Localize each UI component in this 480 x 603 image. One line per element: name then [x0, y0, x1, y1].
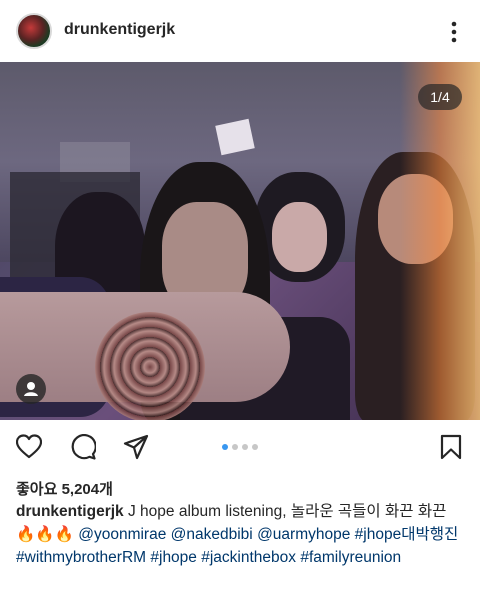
- post-action-bar: [0, 420, 480, 472]
- share-icon[interactable]: [123, 434, 149, 460]
- caption-username[interactable]: drunkentigerjk: [16, 503, 124, 520]
- caption-hashtag[interactable]: #withmybrotherRM: [16, 549, 146, 566]
- heart-icon[interactable]: [16, 434, 42, 460]
- caption-hashtag[interactable]: #jackinthebox: [201, 549, 296, 566]
- user-tag-icon[interactable]: [16, 374, 46, 404]
- carousel-dot: [252, 444, 258, 450]
- post-username[interactable]: drunkentigerjk: [64, 21, 175, 39]
- caption-mention[interactable]: @yoonmirae: [78, 526, 166, 543]
- post-caption: drunkentigerjk J hope album listening, 놀…: [16, 500, 468, 569]
- fire-emoji: 🔥🔥🔥: [16, 526, 74, 543]
- more-vertical-icon[interactable]: [444, 20, 464, 44]
- caption-mention[interactable]: @uarmyhope: [257, 526, 350, 543]
- carousel-dot: [242, 444, 248, 450]
- carousel-dot-active: [222, 444, 228, 450]
- avatar[interactable]: [16, 13, 52, 49]
- caption-hashtag[interactable]: #jhope: [150, 549, 197, 566]
- carousel-dot: [232, 444, 238, 450]
- caption-mention[interactable]: @nakedbibi: [171, 526, 253, 543]
- photo-person-middle-face: [272, 202, 327, 272]
- carousel-dots: [222, 444, 258, 452]
- post-photo[interactable]: 1/4: [0, 62, 480, 420]
- comment-icon[interactable]: [70, 434, 96, 460]
- photo-bead-bracelets: [95, 312, 205, 420]
- post-header: drunkentigerjk: [0, 0, 480, 62]
- bookmark-icon[interactable]: [438, 434, 464, 460]
- like-count[interactable]: 좋아요 5,204개: [16, 478, 113, 499]
- photo-light-flare: [400, 62, 480, 420]
- caption-text: J hope album listening, 놀라운 곡들이 화끈 화끈: [123, 503, 447, 520]
- caption-hashtag[interactable]: #jhope대박행진: [355, 526, 459, 543]
- caption-hashtag[interactable]: #familyreunion: [300, 549, 401, 566]
- carousel-counter: 1/4: [418, 84, 462, 110]
